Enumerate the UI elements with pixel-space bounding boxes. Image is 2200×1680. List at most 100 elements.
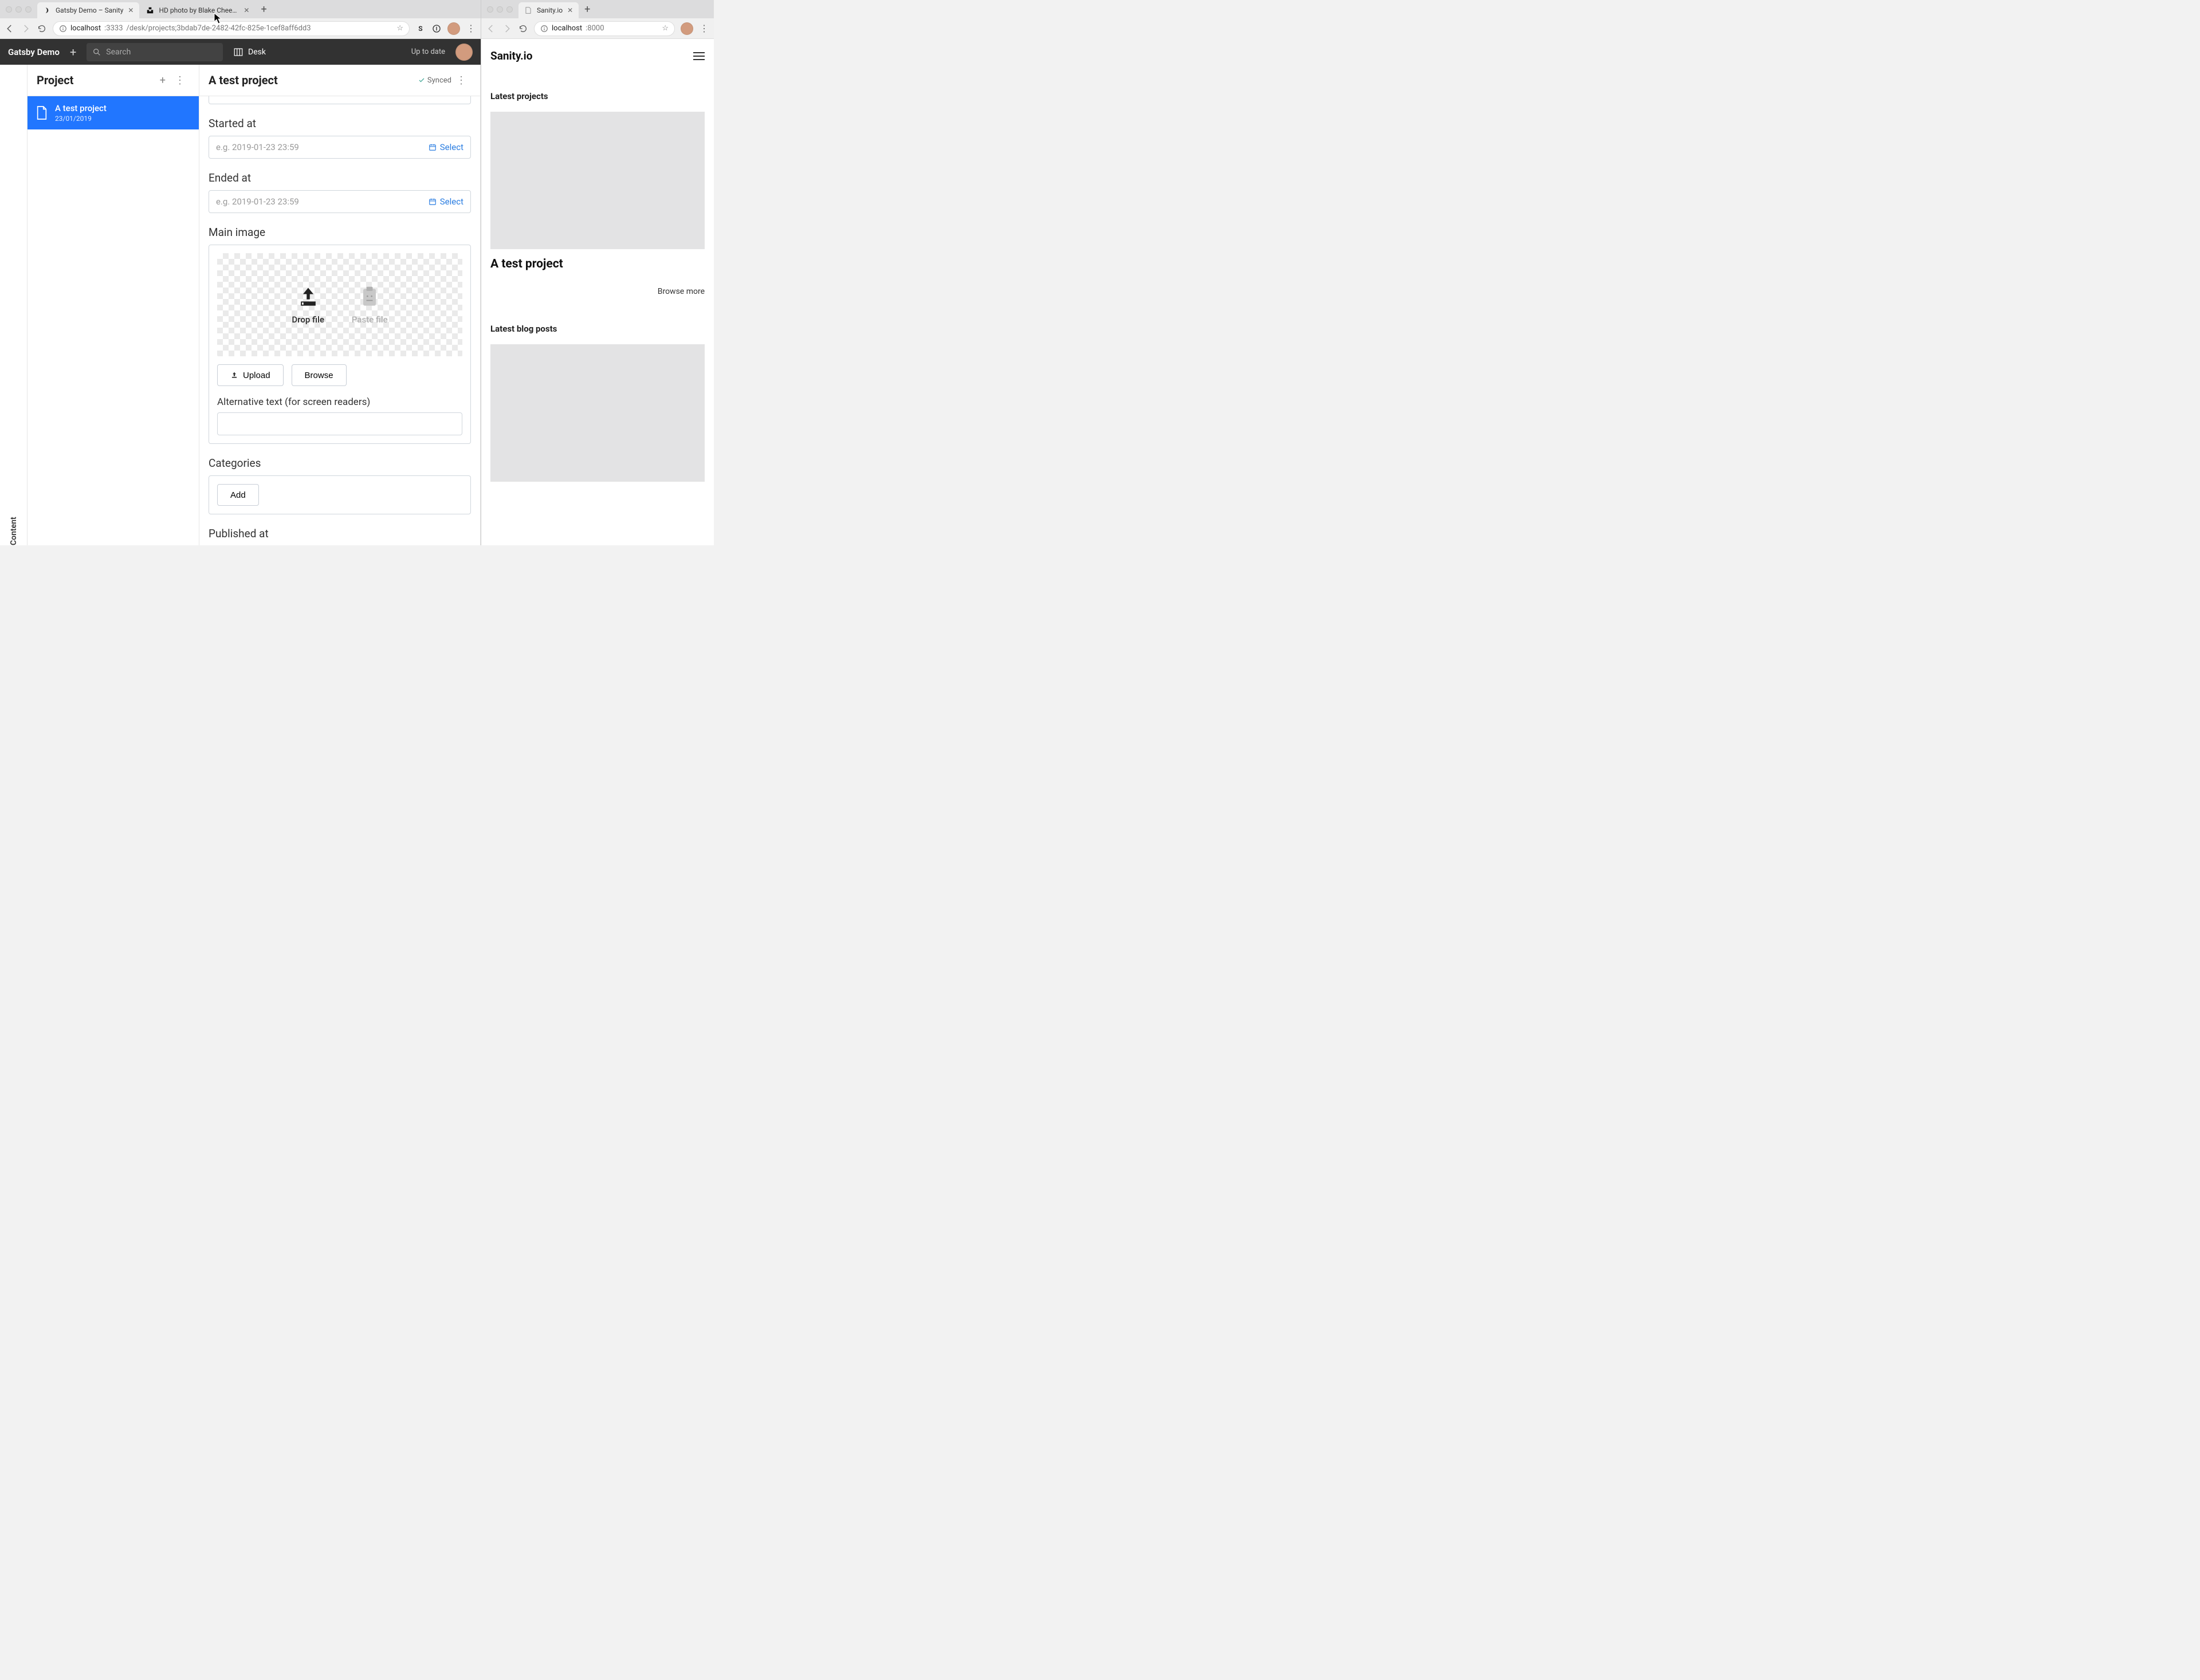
- editor-title: A test project: [209, 73, 418, 87]
- new-tab-button[interactable]: +: [256, 3, 271, 15]
- document-editor-pane: A test project Synced ⋮ Started at e.g. …: [199, 65, 481, 545]
- profile-avatar[interactable]: [447, 22, 460, 35]
- bookmark-star-icon[interactable]: ☆: [396, 24, 403, 33]
- tab-title: HD photo by Blake Cheek (@bl: [159, 6, 239, 14]
- unsplash-favicon: [146, 6, 154, 14]
- info-icon: [540, 25, 548, 33]
- reload-icon[interactable]: [518, 23, 528, 34]
- create-new-button[interactable]: +: [155, 74, 170, 86]
- site-brand[interactable]: Sanity.io: [490, 49, 532, 62]
- upload-small-icon: [230, 371, 238, 379]
- reload-icon[interactable]: [37, 23, 47, 34]
- studio-header: Gatsby Demo + Search Desk Up to date: [0, 39, 481, 65]
- save-status: Up to date: [411, 48, 445, 56]
- search-placeholder: Search: [106, 48, 131, 57]
- field-label-ended-at: Ended at: [209, 171, 471, 184]
- date-select-button[interactable]: Select: [429, 142, 463, 152]
- calendar-icon: [429, 143, 437, 151]
- document-menu-icon[interactable]: ⋮: [451, 74, 471, 86]
- ended-at-input[interactable]: e.g. 2019-01-23 23:59 Select: [209, 190, 471, 213]
- document-icon: [36, 105, 48, 120]
- sanity-extension-icon[interactable]: S: [415, 23, 426, 34]
- field-label-main-image: Main image: [209, 226, 471, 239]
- drop-file-option[interactable]: Drop file: [292, 285, 324, 325]
- rail-label: Content: [9, 76, 18, 545]
- project-card-title[interactable]: A test project: [490, 257, 705, 271]
- upload-icon: [296, 285, 321, 310]
- window-controls[interactable]: [3, 6, 36, 13]
- window-controls[interactable]: [485, 6, 517, 13]
- address-bar[interactable]: localhost:8000 ☆: [534, 21, 675, 36]
- tab-strip: Sanity.io ✕ +: [481, 0, 714, 18]
- user-avatar[interactable]: [455, 44, 473, 61]
- url-path: /desk/projects;3bdab7de-2482-42fc-825e-1…: [127, 24, 311, 33]
- date-select-button[interactable]: Select: [429, 196, 463, 207]
- url-port: :3333: [104, 24, 123, 33]
- alt-text-input[interactable]: [217, 412, 462, 435]
- document-date: 23/01/2019: [55, 115, 107, 123]
- back-icon[interactable]: [486, 23, 496, 34]
- field-label-started-at: Started at: [209, 117, 471, 130]
- close-tab-icon[interactable]: ✕: [128, 6, 133, 14]
- tab-strip: Gatsby Demo – Sanity ✕ HD photo by Blake…: [0, 0, 481, 18]
- image-dropzone[interactable]: Drop file Paste file: [217, 253, 462, 356]
- profile-avatar[interactable]: [681, 22, 693, 35]
- sync-status: Synced: [418, 76, 451, 85]
- calendar-icon: [429, 198, 437, 206]
- browse-button[interactable]: Browse: [292, 364, 347, 386]
- desk-icon: [233, 47, 243, 57]
- extension-icon[interactable]: [431, 23, 442, 34]
- close-tab-icon[interactable]: ✕: [567, 6, 573, 14]
- browser-window-right: Sanity.io ✕ + localhost:8000 ☆ ⋮ Sanity.…: [481, 0, 714, 545]
- field-label-categories: Categories: [209, 457, 471, 470]
- pane-title: Project: [37, 73, 155, 87]
- document-list-item[interactable]: A test project 23/01/2019: [28, 96, 199, 129]
- url-bar: localhost:8000 ☆ ⋮: [481, 18, 714, 39]
- browser-menu-icon[interactable]: ⋮: [466, 23, 476, 34]
- browser-window-left: Gatsby Demo – Sanity ✕ HD photo by Blake…: [0, 0, 481, 545]
- close-tab-icon[interactable]: ✕: [243, 6, 249, 14]
- alt-text-label: Alternative text (for screen readers): [217, 396, 462, 408]
- desk-tool-link[interactable]: Desk: [233, 47, 266, 57]
- structure-rail[interactable]: Content: [0, 65, 28, 545]
- upload-button[interactable]: Upload: [217, 364, 284, 386]
- browser-tab-active[interactable]: Gatsby Demo – Sanity ✕: [37, 2, 139, 18]
- mouse-cursor-icon: [214, 13, 222, 24]
- browser-menu-icon[interactable]: ⋮: [699, 23, 709, 34]
- new-tab-button[interactable]: +: [580, 3, 595, 15]
- url-host: localhost: [70, 24, 101, 33]
- browser-tab-inactive[interactable]: HD photo by Blake Cheek (@bl ✕: [140, 2, 255, 18]
- forward-icon[interactable]: [21, 23, 31, 34]
- started-at-input[interactable]: e.g. 2019-01-23 23:59 Select: [209, 136, 471, 159]
- check-icon: [418, 77, 425, 84]
- address-bar[interactable]: localhost:3333/desk/projects;3bdab7de-24…: [53, 21, 410, 36]
- url-host: localhost: [552, 24, 582, 33]
- site-content: Sanity.io Latest projects A test project…: [481, 39, 714, 545]
- document-title: A test project: [55, 103, 107, 113]
- project-card-image[interactable]: [490, 112, 705, 249]
- paste-file-option[interactable]: Paste file: [352, 285, 388, 325]
- section-heading-blog: Latest blog posts: [490, 324, 705, 334]
- browser-tab-active[interactable]: Sanity.io ✕: [518, 2, 579, 18]
- editor-header: A test project Synced ⋮: [199, 65, 480, 96]
- browse-more-link[interactable]: Browse more: [490, 287, 705, 296]
- hamburger-menu-icon[interactable]: [693, 52, 705, 60]
- tab-title: Gatsby Demo – Sanity: [56, 6, 123, 14]
- create-document-button[interactable]: +: [70, 45, 76, 59]
- bookmark-star-icon[interactable]: ☆: [662, 24, 669, 33]
- forward-icon[interactable]: [502, 23, 512, 34]
- categories-field: Add: [209, 475, 471, 514]
- sanity-favicon: [43, 6, 51, 14]
- field-stub: [209, 96, 471, 104]
- section-heading-projects: Latest projects: [490, 91, 705, 101]
- document-list-pane: Project + ⋮ A test project 23/01/2019: [28, 65, 199, 545]
- pane-menu-icon[interactable]: ⋮: [170, 74, 190, 86]
- studio-brand: Gatsby Demo: [8, 47, 60, 57]
- field-label-published-at: Published at: [209, 527, 471, 540]
- page-favicon: [524, 6, 532, 14]
- pane-header: Project + ⋮: [28, 65, 199, 96]
- add-category-button[interactable]: Add: [217, 484, 259, 506]
- blog-card-image[interactable]: [490, 344, 705, 482]
- back-icon[interactable]: [5, 23, 15, 34]
- search-input[interactable]: Search: [87, 43, 223, 61]
